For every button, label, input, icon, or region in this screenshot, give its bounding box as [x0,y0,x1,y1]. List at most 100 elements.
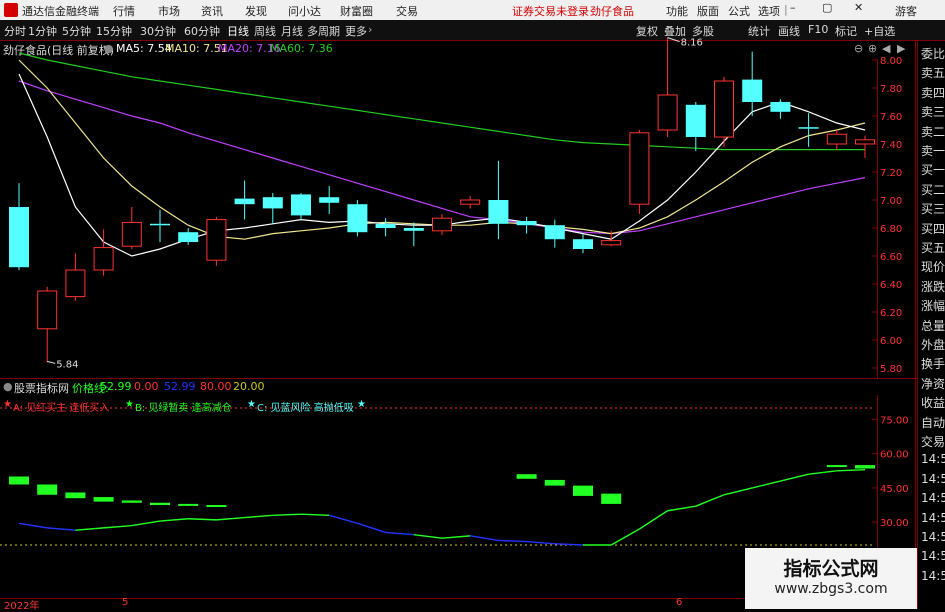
indicator-line-segment [75,527,104,531]
stock-chart[interactable]: 8.00 7.80 7.60 7.40 7.20 7.00 6.80 6.60 6.40 6.20… [0,0,917,609]
indicator-line-segment [357,522,386,534]
sidebar-label: 14:5 [921,452,945,467]
candle-body-up [121,221,142,247]
candle-body-down [150,223,170,226]
indicator-line-segment [131,520,161,527]
candle-body-up [629,132,650,205]
indicator-line-segment [723,487,753,496]
indicator-line-segment [808,470,837,475]
sidebar-label: 卖五 [921,66,945,81]
price-axis-label: 6.20 [880,308,902,319]
indicator-settings-icon[interactable]: ● [3,380,13,393]
sidebar-label: 卖四 [921,85,945,100]
candle-body-up [93,247,114,271]
sidebar-label: 买二 [921,182,945,197]
date-label-june: 6 [676,597,683,608]
sidebar-label: 买四 [921,221,945,236]
indicator-line-segment [216,516,245,521]
indicator-line-segment [188,518,217,521]
low-marker-line [47,360,56,364]
indicator-line-segment [18,522,48,529]
indicator-green-bar [65,492,86,499]
indicator-green-bar [93,497,114,502]
indicator-line-segment [667,505,696,512]
sidebar-label: 收益 [921,396,945,411]
legend-b: B: 见绿暂卖 逢高减仓 [135,403,232,414]
indicator-line-segment [554,543,584,546]
sidebar-label: 换手 [921,357,945,372]
indicator-value-1: 52.99 [100,380,132,393]
indicator-axis-label: 30.00 [880,518,909,529]
candle-body-up [65,269,86,298]
indicator-line-segment [526,540,555,545]
indicator-green-bar [121,500,142,503]
date-label-year: 2022年 [4,601,40,612]
candle-body-down [319,197,340,203]
indicator-line-segment [244,514,273,519]
indicator-line-segment [329,514,358,524]
indicator-line-segment [780,473,809,482]
sidebar-label: 自动 [921,415,945,430]
indicator-line-segment [159,518,189,522]
legend-b-star-icon: ★ [125,399,134,410]
indicator-green-bar [573,485,593,496]
indicator-value-5: 20.00 [233,380,265,393]
indicator-line-segment [272,513,302,517]
candle-body-down [291,194,311,216]
legend-end-star-icon: ★ [357,399,366,410]
candle-body-down [178,232,199,242]
indicator-line-segment [470,535,499,542]
sidebar-label: 净资 [921,376,945,391]
indicator-green-bar [178,503,199,506]
indicator-value-3: 52.99 [164,380,196,393]
indicator-green-bar [37,484,58,495]
candle-body-up [601,240,622,246]
indicator-axis-label: 75.00 [880,415,909,426]
candle-body-down [798,127,819,129]
indicator-value-2: 0.00 [134,380,159,393]
indicator-green-bar [9,476,29,485]
ma20-line [18,80,866,235]
high-marker-line [667,37,680,43]
candle-body-down [403,228,424,231]
indicator-line-segment [836,468,866,472]
price-axis-label: 6.00 [880,336,902,347]
indicator-green-bar [826,465,847,468]
sidebar-label: 买三 [921,202,945,217]
date-label-may: 5 [122,597,129,608]
candle-body-down [262,197,283,209]
indicator-legend: ★ A: 见红买主 逢低买入 ★ B: 见绿暂卖 逢高减仓 ★ C: 见蓝风险 … [0,399,600,414]
candle-body-up [37,290,58,330]
candle-body-up [855,139,875,145]
watermark-url: www.zbgs3.com [774,581,888,597]
indicator-green-bar [601,493,622,504]
sidebar-label: 涨跌 [921,279,945,294]
candle-body-down [9,207,29,268]
candle-body-down [742,79,763,102]
price-axis-label: 7.80 [880,84,902,95]
candle-body-up [714,80,734,138]
indicator-axis-label: 45.00 [880,484,909,495]
site-watermark: 指标公式网 www.zbgs3.com [745,548,917,609]
indicator-green-bar [544,479,565,486]
sidebar-label: 买一 [921,163,945,178]
sidebar-label: 委比 [921,47,945,61]
price-axis-label: 6.60 [880,252,902,263]
watermark-title: 指标公式网 [783,558,879,580]
indicator-green-bar [150,502,170,506]
sidebar-label: 14:5 [921,491,945,506]
quote-sidebar: 委比 卖五 卖四 卖三 卖二 卖一 买一 买二 买三 买四 买五 现价 涨跌 涨幅 总量 外盘 换手 净资 收益 自动… [917,41,945,609]
indicator-line-segment [498,539,527,543]
sidebar-label: 涨幅 [921,299,945,314]
sidebar-label: 现价 [921,260,945,275]
indicator-name[interactable]: 股票指标网 [14,380,69,396]
legend-c-star-icon: ★ [247,399,256,410]
candle-body-down [685,104,706,137]
legend-a-star-icon: ★ [3,399,12,410]
sidebar-label: 总量 [921,318,945,333]
price-axis-label: 6.80 [880,224,902,235]
indicator-line-segment [610,528,640,546]
legend-a: A: 见红买主 逢低买入 [13,403,110,414]
candle-body-up [460,199,481,205]
price-axis-label: 7.20 [880,168,902,179]
